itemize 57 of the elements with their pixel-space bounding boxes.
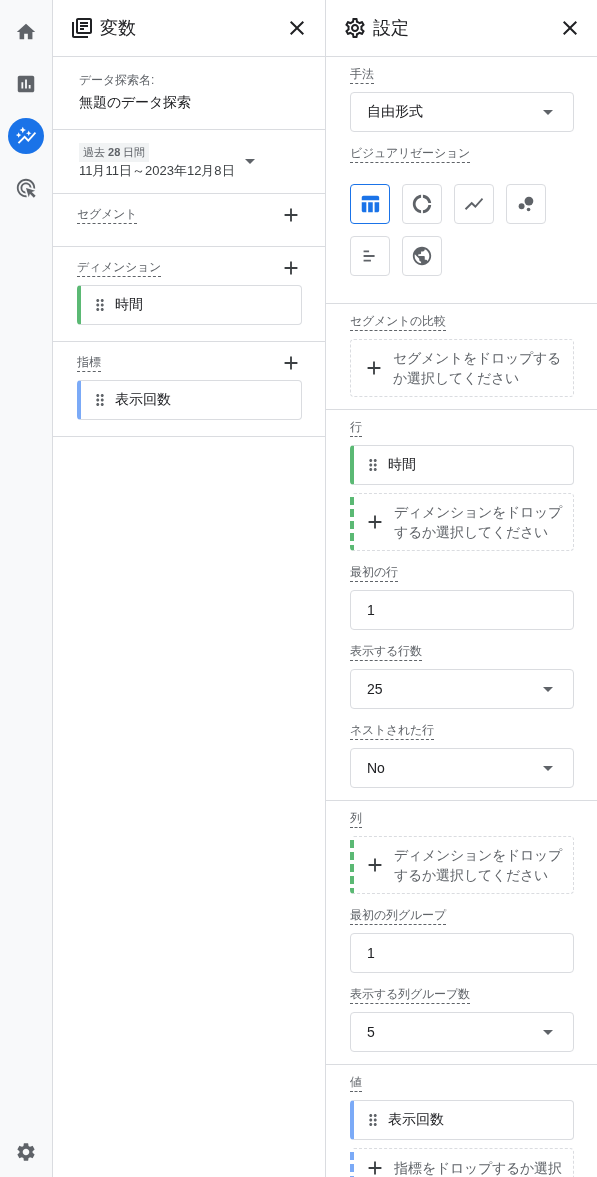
drop-zone-text: ディメンションをドロップするか選択してください (394, 846, 563, 885)
drop-zone[interactable]: 指標をドロップするか選択 (350, 1148, 574, 1177)
settings-icon[interactable] (15, 1141, 37, 1163)
exploration-name[interactable]: 無題のデータ探索 (79, 94, 301, 112)
date-range[interactable]: 11月11日～2023年12月8日 (79, 162, 235, 180)
dropdown-arrow-icon (543, 765, 553, 771)
field-chip[interactable]: 時間 (77, 285, 302, 325)
field-label: ネストされた行 (350, 723, 434, 740)
bar-chart-icon (15, 73, 37, 95)
field-label: ビジュアリゼーション (350, 146, 470, 163)
chip-label: 表示回数 (388, 1111, 444, 1129)
section-label: ディメンション (77, 259, 161, 277)
field-label: 表示する列グループ数 (350, 987, 470, 1004)
donut-chart-icon (411, 193, 433, 215)
field-chip[interactable]: 表示回数 (77, 380, 302, 420)
field-label: 値 (350, 1075, 362, 1092)
chip-label: 時間 (388, 456, 416, 474)
globe-icon (411, 245, 433, 267)
document-list-icon (70, 16, 94, 40)
field-label: 表示する行数 (350, 644, 422, 661)
drop-zone[interactable]: ディメンションをドロップするか選択してください (350, 493, 574, 551)
panel-title: 変数 (100, 17, 137, 40)
visualization-button[interactable] (350, 184, 390, 224)
field-label: 列 (350, 811, 362, 828)
select-field[interactable]: 25 (350, 669, 574, 709)
field-label: 最初の列グループ (350, 908, 446, 925)
cursor-click-icon (15, 177, 37, 199)
drop-zone-text: ディメンションをドロップするか選択してください (394, 503, 563, 542)
field-chip[interactable]: 時間 (350, 445, 574, 485)
input-field[interactable]: 1 (350, 590, 574, 630)
field-chip[interactable]: 表示回数 (350, 1100, 574, 1140)
select-field[interactable]: No (350, 748, 574, 788)
field-label: 最初の行 (350, 565, 398, 582)
dropdown-arrow-icon (543, 1029, 553, 1035)
table-icon (359, 193, 381, 215)
select-field[interactable]: 自由形式 (350, 92, 574, 132)
dropdown-arrow-icon (543, 686, 553, 692)
select-field[interactable]: 5 (350, 1012, 574, 1052)
date-preset: 過去 28 日間 (79, 143, 150, 162)
nav-button[interactable] (8, 118, 44, 154)
drop-zone[interactable]: セグメントをドロップするか選択してください (350, 339, 574, 397)
section-label: 指標 (77, 354, 101, 372)
drop-zone[interactable]: ディメンションをドロップするか選択してください (350, 836, 574, 894)
chip-label: 時間 (115, 296, 143, 314)
field-label: 手法 (350, 67, 374, 84)
drop-zone-text: 指標をドロップするか選択 (394, 1159, 563, 1177)
dropdown-arrow-icon[interactable] (244, 158, 255, 164)
input-field[interactable]: 1 (350, 933, 574, 973)
field-label: 行 (350, 420, 362, 437)
field-label: セグメントの比較 (350, 314, 446, 331)
section-label: セグメント (77, 206, 137, 224)
field-label: データ探索名: (79, 72, 156, 89)
panel-title: 設定 (373, 17, 410, 40)
drop-zone-text: セグメントをドロップするか選択してください (393, 349, 562, 388)
dropdown-arrow-icon (543, 109, 553, 115)
settings-icon (343, 16, 367, 40)
chip-label: 表示回数 (115, 391, 171, 409)
